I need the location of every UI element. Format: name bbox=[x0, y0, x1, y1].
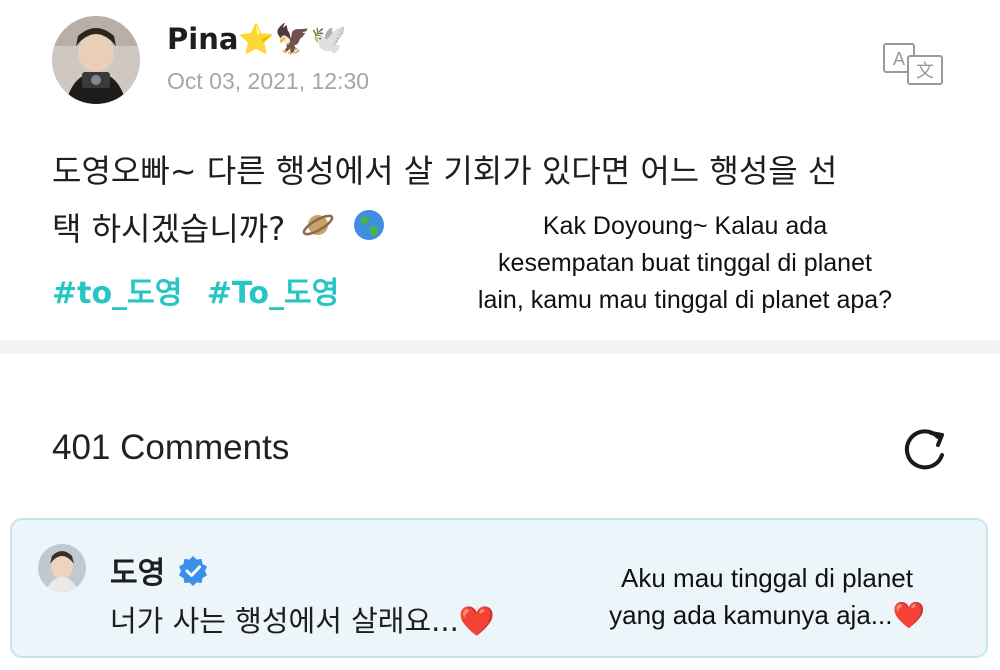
refresh-icon[interactable] bbox=[898, 425, 954, 477]
translation-line: Aku mau tinggal di planet bbox=[621, 563, 913, 593]
comment-text-content: 너가 사는 행성에서 살래요... bbox=[110, 604, 459, 638]
comments-count-heading: 401 Comments bbox=[52, 428, 290, 467]
translation-line: kesempatan buat tinggal di planet bbox=[498, 249, 872, 277]
post-translation-overlay: Kak Doyoung~ Kalau ada kesempatan buat t… bbox=[440, 208, 930, 319]
svg-text:文: 文 bbox=[916, 61, 934, 81]
comment-text: 너가 사는 행성에서 살래요...❤️ bbox=[110, 598, 495, 640]
commenter-avatar[interactable] bbox=[38, 544, 86, 592]
post-text-line-content: 택 하시겠습니까? bbox=[52, 210, 286, 248]
translate-icon[interactable]: A 文 bbox=[882, 42, 946, 86]
comment-item[interactable]: 도영 너가 사는 행성에서 살래요...❤️ Aku mau tinggal d… bbox=[10, 518, 988, 658]
heart-icon: ❤️ bbox=[458, 604, 495, 638]
section-divider bbox=[0, 340, 1000, 354]
verified-badge-icon bbox=[178, 556, 208, 586]
post-card: Pina⭐🦅🕊️ Oct 03, 2021, 12:30 A 文 도영오빠~ 다… bbox=[0, 0, 1000, 340]
svg-text:A: A bbox=[893, 49, 905, 69]
translation-line: lain, kamu mau tinggal di planet apa? bbox=[477, 286, 893, 314]
translation-line: yang ada kamunya aja...❤️ bbox=[572, 597, 962, 634]
heart-icon: ❤️ bbox=[892, 600, 925, 630]
post-text-line: 도영오빠~ 다른 행성에서 살 기회가 있다면 어느 행성을 선 bbox=[52, 152, 838, 190]
translation-line: Kak Doyoung~ Kalau ada bbox=[542, 212, 828, 240]
author-name[interactable]: Pina⭐🦅🕊️ bbox=[167, 22, 347, 57]
commenter-name[interactable]: 도영 bbox=[110, 548, 165, 592]
planet-icon bbox=[301, 202, 335, 260]
hashtag-link[interactable]: #To_도영 bbox=[207, 276, 339, 311]
translation-line-content: yang ada kamunya aja... bbox=[609, 600, 893, 630]
hashtag-link[interactable]: #to_도영 bbox=[52, 276, 182, 311]
hashtag-list: #to_도영 #To_도영 bbox=[52, 268, 353, 312]
post-timestamp: Oct 03, 2021, 12:30 bbox=[167, 68, 370, 94]
globe-icon bbox=[352, 202, 386, 260]
author-avatar[interactable] bbox=[52, 16, 140, 104]
comment-translation-overlay: Aku mau tinggal di planet yang ada kamun… bbox=[572, 560, 962, 634]
